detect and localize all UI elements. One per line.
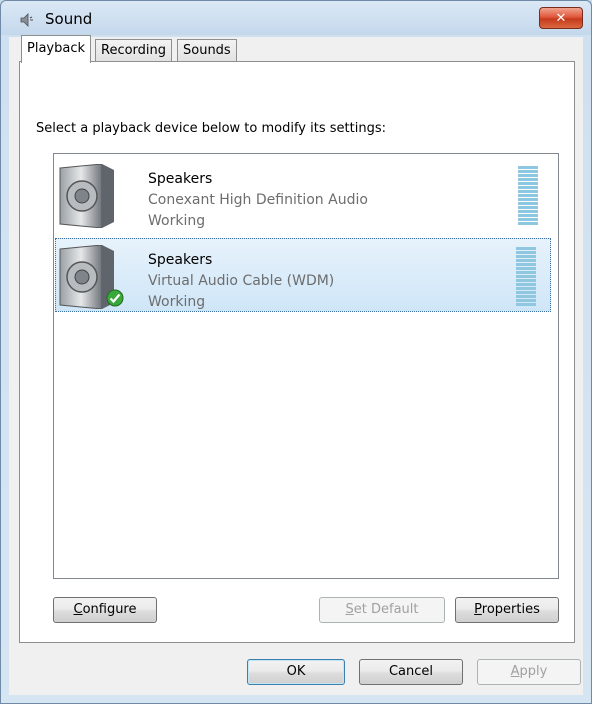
tab-playback[interactable]: Playback bbox=[21, 35, 92, 63]
speaker-device-icon bbox=[59, 164, 114, 228]
properties-label: roperties bbox=[481, 602, 540, 617]
tab-recording[interactable]: Recording bbox=[95, 39, 173, 62]
properties-button[interactable]: Properties bbox=[455, 597, 559, 623]
set-default-button[interactable]: Set Default bbox=[319, 597, 445, 623]
close-button[interactable]: ✕ bbox=[539, 7, 583, 29]
apply-mnemonic: A bbox=[510, 664, 520, 679]
tab-sounds-label: Sounds bbox=[183, 43, 231, 58]
configure-mnemonic: C bbox=[73, 602, 83, 617]
tab-playback-label: Playback bbox=[27, 41, 86, 56]
device-status: Working bbox=[148, 294, 206, 310]
title-bar[interactable]: Sound ✕ bbox=[1, 1, 591, 37]
properties-mnemonic: P bbox=[474, 602, 482, 617]
window-title: Sound bbox=[45, 10, 93, 28]
device-status: Working bbox=[148, 213, 206, 229]
volume-meter bbox=[518, 166, 538, 228]
cancel-button[interactable]: Cancel bbox=[359, 659, 463, 685]
sound-dialog: Sound ✕ Playback Recording Sounds Select… bbox=[0, 0, 592, 704]
tab-sounds[interactable]: Sounds bbox=[177, 39, 237, 62]
default-device-check-icon bbox=[106, 289, 124, 307]
apply-button[interactable]: Apply bbox=[477, 659, 581, 685]
set-default-mnemonic: S bbox=[345, 602, 354, 617]
device-item-virtual-audio-cable[interactable]: Speakers Virtual Audio Cable (WDM) Worki… bbox=[55, 238, 551, 312]
device-driver: Virtual Audio Cable (WDM) bbox=[148, 273, 335, 289]
device-driver: Conexant High Definition Audio bbox=[148, 192, 368, 208]
speaker-icon bbox=[20, 13, 33, 27]
apply-label: pply bbox=[519, 664, 548, 679]
instructions-text: Select a playback device below to modify… bbox=[36, 121, 386, 136]
close-icon: ✕ bbox=[555, 10, 567, 26]
device-item-conexant[interactable]: Speakers Conexant High Definition Audio … bbox=[56, 158, 552, 230]
device-list[interactable]: Speakers Conexant High Definition Audio … bbox=[53, 153, 559, 579]
tab-recording-label: Recording bbox=[101, 43, 167, 58]
set-default-label: et Default bbox=[353, 602, 419, 617]
ok-button[interactable]: OK bbox=[247, 659, 345, 685]
configure-label: onfigure bbox=[82, 602, 137, 617]
configure-button[interactable]: Configure bbox=[53, 597, 157, 623]
device-name: Speakers bbox=[148, 252, 213, 268]
device-name: Speakers bbox=[148, 171, 213, 187]
volume-meter bbox=[516, 247, 536, 309]
